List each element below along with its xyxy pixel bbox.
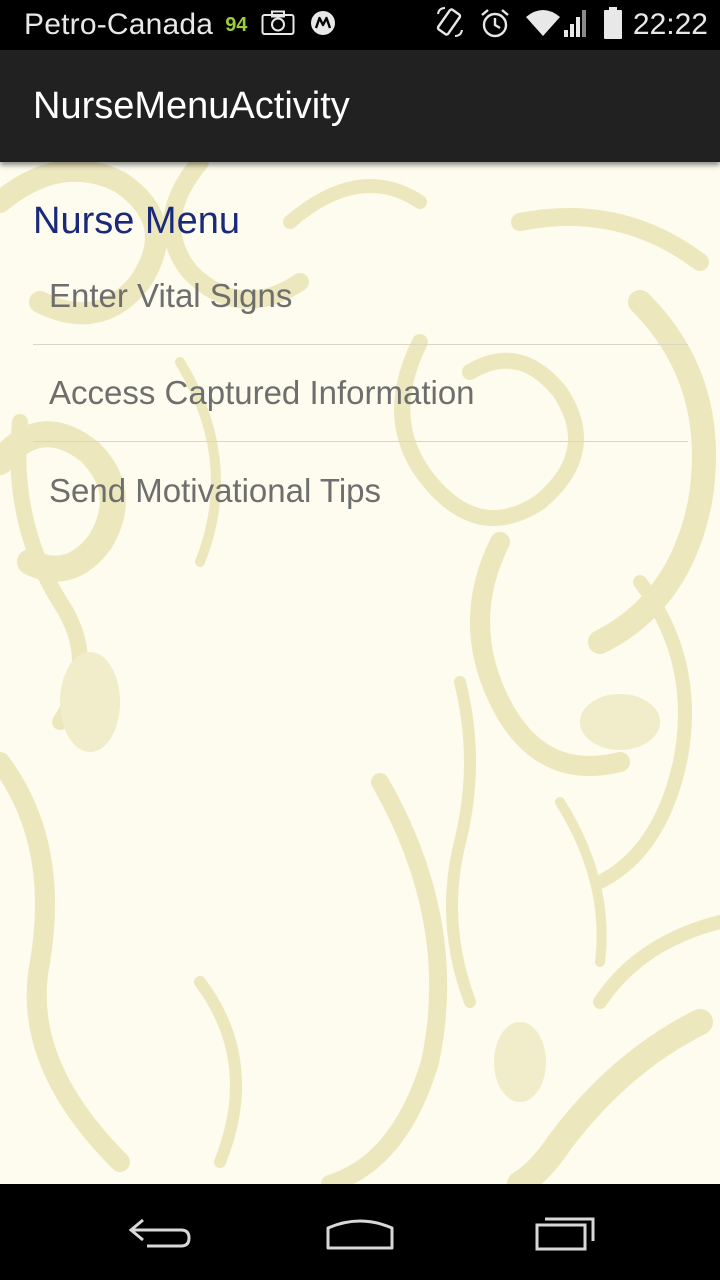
recents-icon[interactable]	[518, 1204, 608, 1260]
navigation-bar	[0, 1184, 720, 1280]
rotate-icon	[435, 6, 465, 45]
back-icon[interactable]	[115, 1204, 205, 1260]
section-title: Nurse Menu	[33, 200, 240, 242]
alarm-icon	[479, 7, 511, 44]
wifi-icon	[525, 9, 561, 42]
carrier-name: Petro-Canada	[24, 8, 214, 41]
clock: 22:22	[632, 8, 708, 41]
notification-badge: 94	[225, 13, 248, 36]
menu-item-access-captured-information[interactable]: Access Captured Information	[33, 345, 688, 442]
battery-icon	[603, 6, 623, 45]
action-bar: NurseMenuActivity	[0, 50, 720, 162]
signal-icon	[563, 8, 589, 43]
motorola-icon	[309, 9, 337, 42]
status-bar: Petro-Canada 94 22:22	[0, 0, 720, 50]
nurse-menu-list: Enter Vital Signs Access Captured Inform…	[33, 248, 688, 539]
home-icon[interactable]	[315, 1204, 405, 1260]
camera-icon	[261, 10, 295, 41]
content-area: Nurse Menu Enter Vital Signs Access Capt…	[0, 162, 720, 1184]
app-title: NurseMenuActivity	[33, 85, 350, 127]
menu-item-send-motivational-tips[interactable]: Send Motivational Tips	[33, 442, 688, 539]
menu-item-enter-vital-signs[interactable]: Enter Vital Signs	[33, 248, 688, 345]
